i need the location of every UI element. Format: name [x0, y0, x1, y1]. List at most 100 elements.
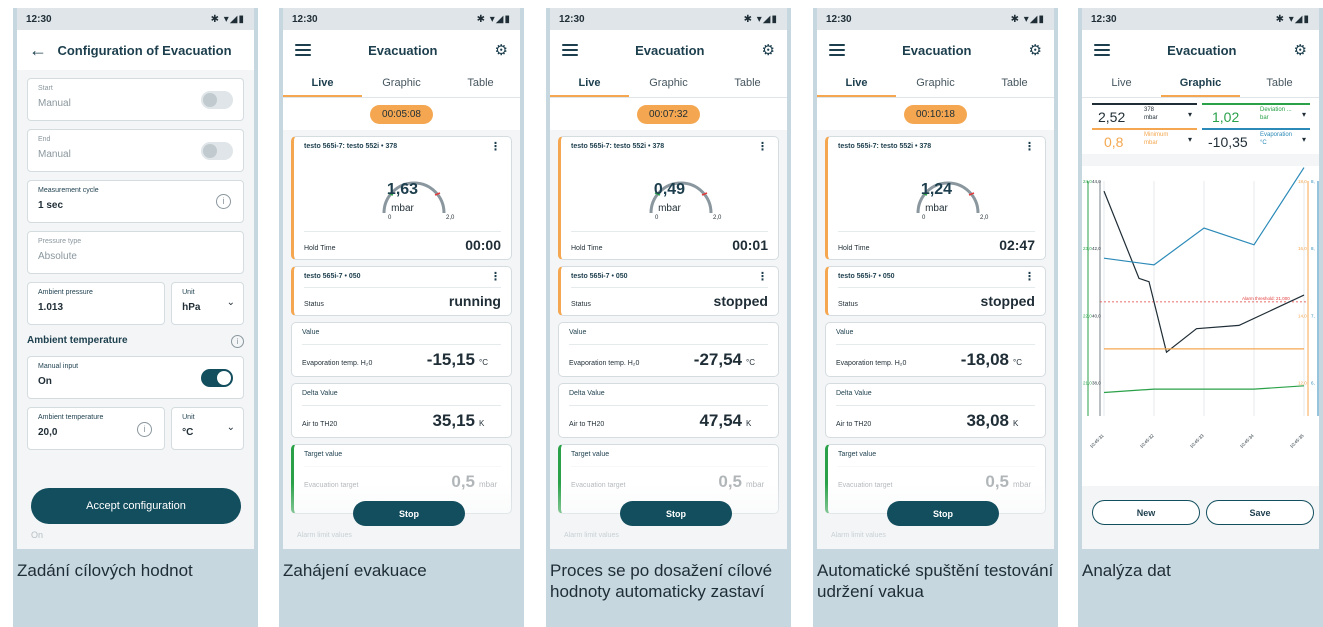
evaporation-value: -27,54	[693, 350, 742, 369]
tab-live[interactable]: Live	[817, 70, 896, 97]
more-vert-icon[interactable]: ⋮	[490, 142, 501, 153]
reading-1[interactable]: 2,52 378 mbar ▾	[1092, 103, 1197, 125]
system-icons: ✱ ▾◢▮	[1010, 13, 1045, 25]
status-value: running	[448, 293, 501, 309]
pressure-type-value: Absolute	[38, 251, 77, 262]
probe-title: testo 565i-7 • 050	[304, 273, 361, 280]
hold-time-value: 02:47	[999, 237, 1035, 253]
x-tick-label: 10:45:35	[1289, 433, 1305, 449]
x-tick-label: 10:45:33	[1189, 433, 1205, 449]
gear-icon[interactable]: ⚙	[495, 41, 508, 59]
info-icon[interactable]: i	[216, 194, 231, 209]
gear-icon[interactable]: ⚙	[1294, 41, 1307, 59]
menu-icon[interactable]	[1094, 44, 1110, 56]
gauge-unit: mbar	[391, 203, 414, 214]
more-vert-icon[interactable]: ⋮	[1024, 142, 1035, 153]
stop-button[interactable]: Stop	[353, 501, 465, 526]
pressure-unit-select[interactable]: Unit hPa ⌄	[171, 282, 244, 325]
reading-4-unit: °C	[1260, 140, 1267, 146]
tab-graphic[interactable]: Graphic	[896, 70, 975, 97]
reading-3[interactable]: 0,8 Minimum mbar ▾	[1092, 128, 1197, 150]
reading-4[interactable]: -10,35 Evaporation °C ▾	[1202, 128, 1310, 150]
status-label: Status	[304, 301, 324, 308]
ambient-pressure-field[interactable]: Ambient pressure 1.013	[27, 282, 166, 325]
gauge-value: 1,24	[920, 181, 953, 198]
caption: Zadání cílových hodnot	[17, 561, 193, 580]
start-field[interactable]: Start Manual	[27, 78, 244, 121]
system-icons: ✱ ▾◢▮	[210, 13, 245, 25]
new-button[interactable]: New	[1092, 500, 1200, 525]
gear-icon[interactable]: ⚙	[1029, 41, 1042, 59]
menu-icon[interactable]	[562, 44, 578, 56]
delta-card: Delta Value Air to TH20 38,08 K	[825, 383, 1046, 438]
delta-title: Delta Value	[836, 390, 872, 397]
card-header: testo 565i-7 • 050 ⋮	[304, 272, 501, 283]
system-icons: ✱ ▾◢▮	[743, 13, 778, 25]
pressure-type-field[interactable]: Pressure type Absolute	[27, 231, 244, 274]
reading-2[interactable]: 1,02 Deviation ... bar ▾	[1202, 103, 1310, 125]
end-field[interactable]: End Manual	[27, 129, 244, 172]
back-arrow-icon[interactable]: ←	[29, 40, 47, 61]
status-bar: 12:30 ✱ ▾◢▮	[1082, 8, 1319, 30]
manual-input-field[interactable]: Manual input On	[27, 356, 244, 399]
evaporation-unit: °C	[1013, 358, 1022, 367]
delta-row: Air to TH20 35,15 K	[302, 405, 501, 431]
probe-id: 050	[615, 273, 628, 280]
temp-unit-value: °C	[182, 427, 194, 438]
y-tick-label: 16,0	[1298, 246, 1307, 251]
hold-time-label: Hold Time	[571, 245, 603, 252]
manual-input-toggle[interactable]	[201, 369, 233, 387]
tab-table[interactable]: Table	[708, 70, 787, 97]
temp-unit-select[interactable]: Unit °C ⌄	[171, 407, 244, 450]
menu-icon[interactable]	[295, 44, 311, 56]
app-bar: Evacuation ⚙	[817, 30, 1054, 70]
tab-live[interactable]: Live	[283, 70, 362, 97]
info-icon[interactable]: i	[231, 335, 244, 348]
chevron-down-icon: ▾	[1188, 110, 1193, 119]
more-vert-icon[interactable]: ⋮	[1024, 272, 1035, 283]
probe-title: testo 565i-7: testo 552i • 378	[304, 143, 398, 150]
status-row: Status running	[304, 287, 501, 309]
tab-graphic[interactable]: Graphic	[362, 70, 441, 97]
tab-live[interactable]: Live	[1082, 70, 1161, 97]
stop-button[interactable]: Stop	[620, 501, 732, 526]
delta-label: Air to TH20	[836, 421, 872, 428]
alarm-limit-label: Alarm limit values	[564, 532, 619, 539]
page-title: Evacuation	[635, 42, 705, 58]
gauge-min: 0	[922, 215, 926, 221]
tab-table[interactable]: Table	[975, 70, 1054, 97]
ambient-temp-field[interactable]: Ambient temperature 20,0 i	[27, 407, 166, 450]
tab-graphic[interactable]: Graphic	[1161, 70, 1240, 97]
evaporation-unit: °C	[479, 358, 488, 367]
save-button[interactable]: Save	[1206, 500, 1314, 525]
hold-time-value: 00:01	[732, 237, 768, 253]
value-card: Value Evaporation temp. H₂0 -15,15 °C	[291, 322, 512, 377]
caption: Analýza dat	[1082, 561, 1171, 580]
tab-table[interactable]: Table	[1240, 70, 1319, 97]
app-bar: Evacuation ⚙	[283, 30, 520, 70]
start-toggle[interactable]	[201, 91, 233, 109]
more-vert-icon[interactable]: ⋮	[757, 272, 768, 283]
evaporation-unit: °C	[746, 358, 755, 367]
menu-icon[interactable]	[829, 44, 845, 56]
tab-graphic[interactable]: Graphic	[629, 70, 708, 97]
tab-live[interactable]: Live	[550, 70, 629, 97]
pressure-card: testo 565i-7: testo 552i • 378 ⋮ 1,63 mb…	[291, 136, 512, 260]
probe-id: 050	[882, 273, 895, 280]
gear-icon[interactable]: ⚙	[762, 41, 775, 59]
measurement-cycle-field[interactable]: Measurement cycle 1 sec i	[27, 180, 244, 223]
stop-button[interactable]: Stop	[887, 501, 999, 526]
end-toggle[interactable]	[201, 142, 233, 160]
evaporation-value: -18,08	[960, 350, 1009, 369]
more-vert-icon[interactable]: ⋮	[490, 272, 501, 283]
reading-3-value: 0,8	[1104, 134, 1124, 150]
y-tick-label: 24,0	[1083, 179, 1092, 184]
line-chart[interactable]: 24,0 44,0 18,0 8, 23,0 42,0 16,0 8, 22,0 40,0 14,0…	[1082, 166, 1319, 486]
tab-table[interactable]: Table	[441, 70, 520, 97]
phone-screen: 12:30 ✱ ▾◢▮ Evacuation ⚙ Live Graphic Ta…	[817, 8, 1054, 549]
more-vert-icon[interactable]: ⋮	[757, 142, 768, 153]
accept-configuration-button[interactable]: Accept configuration	[31, 488, 241, 524]
evaporation-label: Evaporation temp. H₂0	[569, 360, 640, 367]
ambient-pressure-row: Ambient pressure 1.013 Unit hPa ⌄	[17, 274, 254, 325]
y-tick-label: 42,0	[1092, 246, 1101, 251]
